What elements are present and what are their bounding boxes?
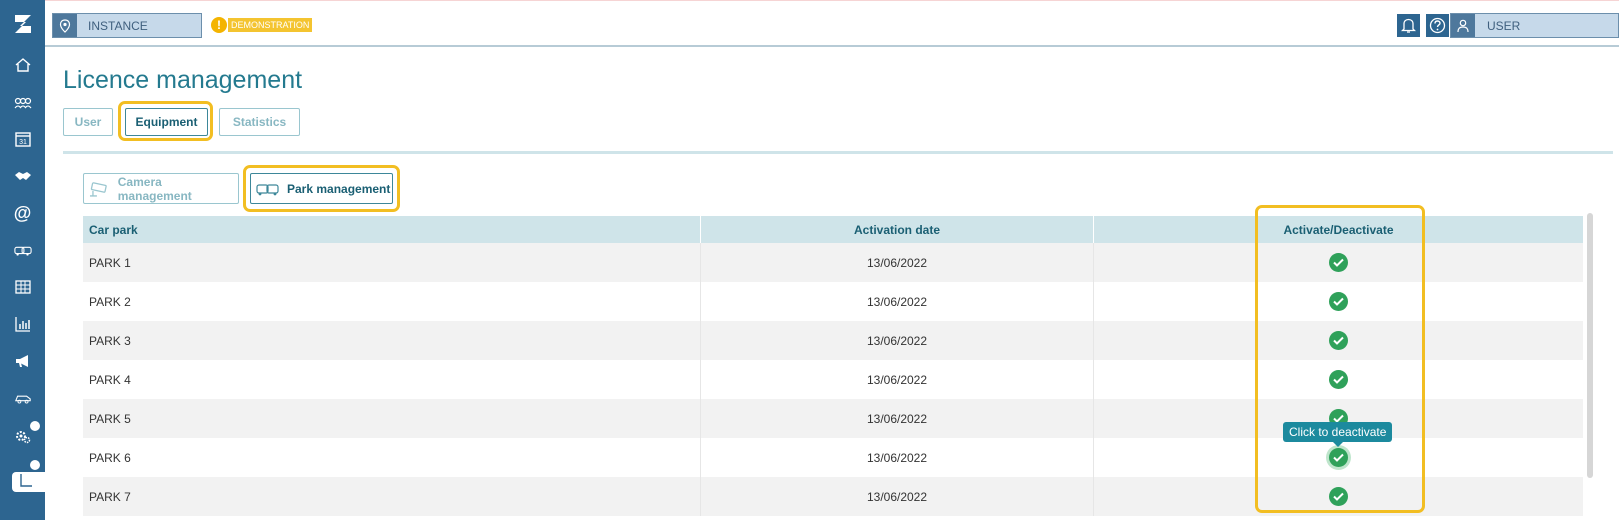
calendar-number: 31	[19, 139, 27, 146]
settings-badge	[29, 420, 41, 432]
column-header-activation-date[interactable]: Activation date	[701, 216, 1094, 243]
bar-chart-icon[interactable]	[0, 307, 45, 341]
warning-icon: !	[211, 17, 227, 33]
check-icon[interactable]	[1329, 292, 1348, 311]
megaphone-icon[interactable]	[0, 344, 45, 378]
topbar: INSTANCE ! DEMONSTRATION USER	[45, 0, 1619, 47]
subtab-park-label: Park management	[287, 181, 391, 196]
tab-equipment[interactable]: Equipment	[125, 108, 208, 136]
table-icon[interactable]	[0, 270, 45, 304]
check-icon[interactable]	[1329, 487, 1348, 506]
user-label: USER	[1487, 18, 1521, 33]
check-icon[interactable]	[1329, 370, 1348, 389]
demo-badge: ! DEMONSTRATION	[211, 17, 313, 33]
check-icon[interactable]	[1329, 253, 1348, 272]
bell-icon[interactable]	[1397, 14, 1420, 37]
sub-item-icon[interactable]	[12, 472, 45, 492]
calendar-icon[interactable]: 31	[0, 122, 45, 156]
park-name: PARK 2	[83, 282, 701, 321]
table-row: PARK 7 13/06/2022	[83, 477, 1583, 516]
location-pin-icon	[53, 14, 77, 37]
activation-date: 13/06/2022	[701, 282, 1094, 321]
park-vehicles-icon	[256, 183, 279, 195]
park-name: PARK 7	[83, 477, 701, 516]
activation-date: 13/06/2022	[701, 438, 1094, 477]
subtab-camera-management[interactable]: Camera management	[83, 173, 239, 204]
table-scrollbar[interactable]	[1587, 213, 1593, 478]
handshake-icon[interactable]	[0, 159, 45, 193]
table-body: PARK 1 13/06/2022 PARK 2 13/06/2022 PARK…	[83, 243, 1583, 516]
table-row: PARK 2 13/06/2022	[83, 282, 1583, 321]
deactivate-tooltip: Click to deactivate	[1283, 422, 1393, 447]
activation-date: 13/06/2022	[701, 321, 1094, 360]
car-park-table: Car park Activation date Activate/Deacti…	[83, 216, 1583, 516]
sub-item-badge	[29, 459, 41, 471]
at-icon[interactable]: @	[0, 196, 45, 230]
sidebar: 31 @	[0, 0, 45, 520]
at-symbol: @	[13, 202, 32, 223]
page-title: Licence management	[63, 66, 303, 94]
table-row: PARK 6 13/06/2022	[83, 438, 1583, 477]
vehicles-icon[interactable]	[0, 233, 45, 267]
park-name: PARK 5	[83, 399, 701, 438]
instance-selector[interactable]: INSTANCE	[52, 13, 202, 38]
park-name: PARK 3	[83, 321, 701, 360]
user-icon	[1451, 14, 1475, 37]
park-name: PARK 1	[83, 243, 701, 282]
activation-date: 13/06/2022	[701, 477, 1094, 516]
park-name: PARK 6	[83, 438, 701, 477]
tab-user[interactable]: User	[63, 108, 113, 136]
camera-icon	[89, 181, 107, 197]
car-icon[interactable]	[0, 381, 45, 415]
user-menu[interactable]: USER	[1450, 13, 1619, 38]
panel-divider	[63, 151, 1613, 154]
check-icon[interactable]	[1329, 331, 1348, 350]
subtab-camera-label: Camera management	[117, 174, 192, 203]
app-logo[interactable]	[0, 0, 45, 47]
table-header: Car park Activation date Activate/Deacti…	[83, 216, 1583, 243]
groups-icon[interactable]	[0, 85, 45, 119]
home-icon[interactable]	[0, 48, 45, 82]
table-row: PARK 3 13/06/2022	[83, 321, 1583, 360]
activation-date: 13/06/2022	[701, 360, 1094, 399]
demo-label: DEMONSTRATION	[228, 18, 313, 32]
activation-date: 13/06/2022	[701, 399, 1094, 438]
tab-statistics[interactable]: Statistics	[219, 108, 300, 136]
table-row: PARK 1 13/06/2022	[83, 243, 1583, 282]
instance-label: INSTANCE	[88, 18, 148, 33]
help-icon[interactable]	[1426, 14, 1449, 37]
activation-date: 13/06/2022	[701, 243, 1094, 282]
column-header-car-park[interactable]: Car park	[83, 216, 701, 243]
subtab-park-management[interactable]: Park management	[250, 173, 393, 204]
park-name: PARK 4	[83, 360, 701, 399]
table-row: PARK 4 13/06/2022	[83, 360, 1583, 399]
column-header-activate-deactivate[interactable]: Activate/Deactivate	[1094, 216, 1583, 243]
check-icon[interactable]	[1329, 448, 1348, 467]
